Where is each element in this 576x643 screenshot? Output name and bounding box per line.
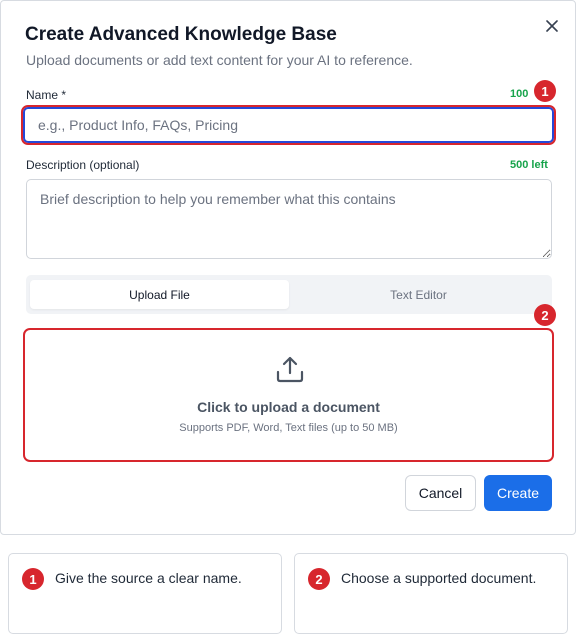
callout-text-1: Give the source a clear name. [55, 570, 242, 586]
close-icon [546, 20, 558, 32]
tab-text-editor[interactable]: Text Editor [289, 280, 548, 309]
callout-card-badge-2: 2 [308, 568, 330, 590]
name-input[interactable] [21, 105, 556, 145]
upload-title: Click to upload a document [197, 399, 380, 415]
close-button[interactable] [541, 15, 563, 37]
callout-card-2: 2 Choose a supported document. [294, 553, 568, 634]
dialog-subtitle: Upload documents or add text content for… [26, 52, 413, 68]
callout-badge-1: 1 [534, 80, 556, 102]
upload-icon [276, 356, 304, 383]
upload-dropzone[interactable]: Click to upload a document Supports PDF,… [23, 328, 554, 462]
callout-card-1: 1 Give the source a clear name. [8, 553, 282, 634]
dialog-title: Create Advanced Knowledge Base [25, 24, 337, 45]
content-source-tabs: Upload File Text Editor [26, 275, 552, 314]
cancel-button[interactable]: Cancel [405, 475, 476, 511]
upload-supported-formats: Supports PDF, Word, Text files (up to 50… [179, 422, 398, 434]
name-label: Name * [26, 88, 67, 102]
callout-text-2: Choose a supported document. [341, 570, 537, 586]
create-knowledge-base-dialog: Create Advanced Knowledge Base Upload do… [0, 0, 576, 535]
description-textarea[interactable] [26, 179, 552, 259]
callout-badge-2: 2 [534, 304, 556, 326]
name-char-counter: 100 [510, 88, 529, 100]
tab-upload-file[interactable]: Upload File [30, 280, 289, 309]
description-label: Description (optional) [26, 158, 140, 172]
create-button[interactable]: Create [484, 475, 552, 511]
description-char-counter: 500 left [510, 159, 548, 171]
callout-card-badge-1: 1 [22, 568, 44, 590]
